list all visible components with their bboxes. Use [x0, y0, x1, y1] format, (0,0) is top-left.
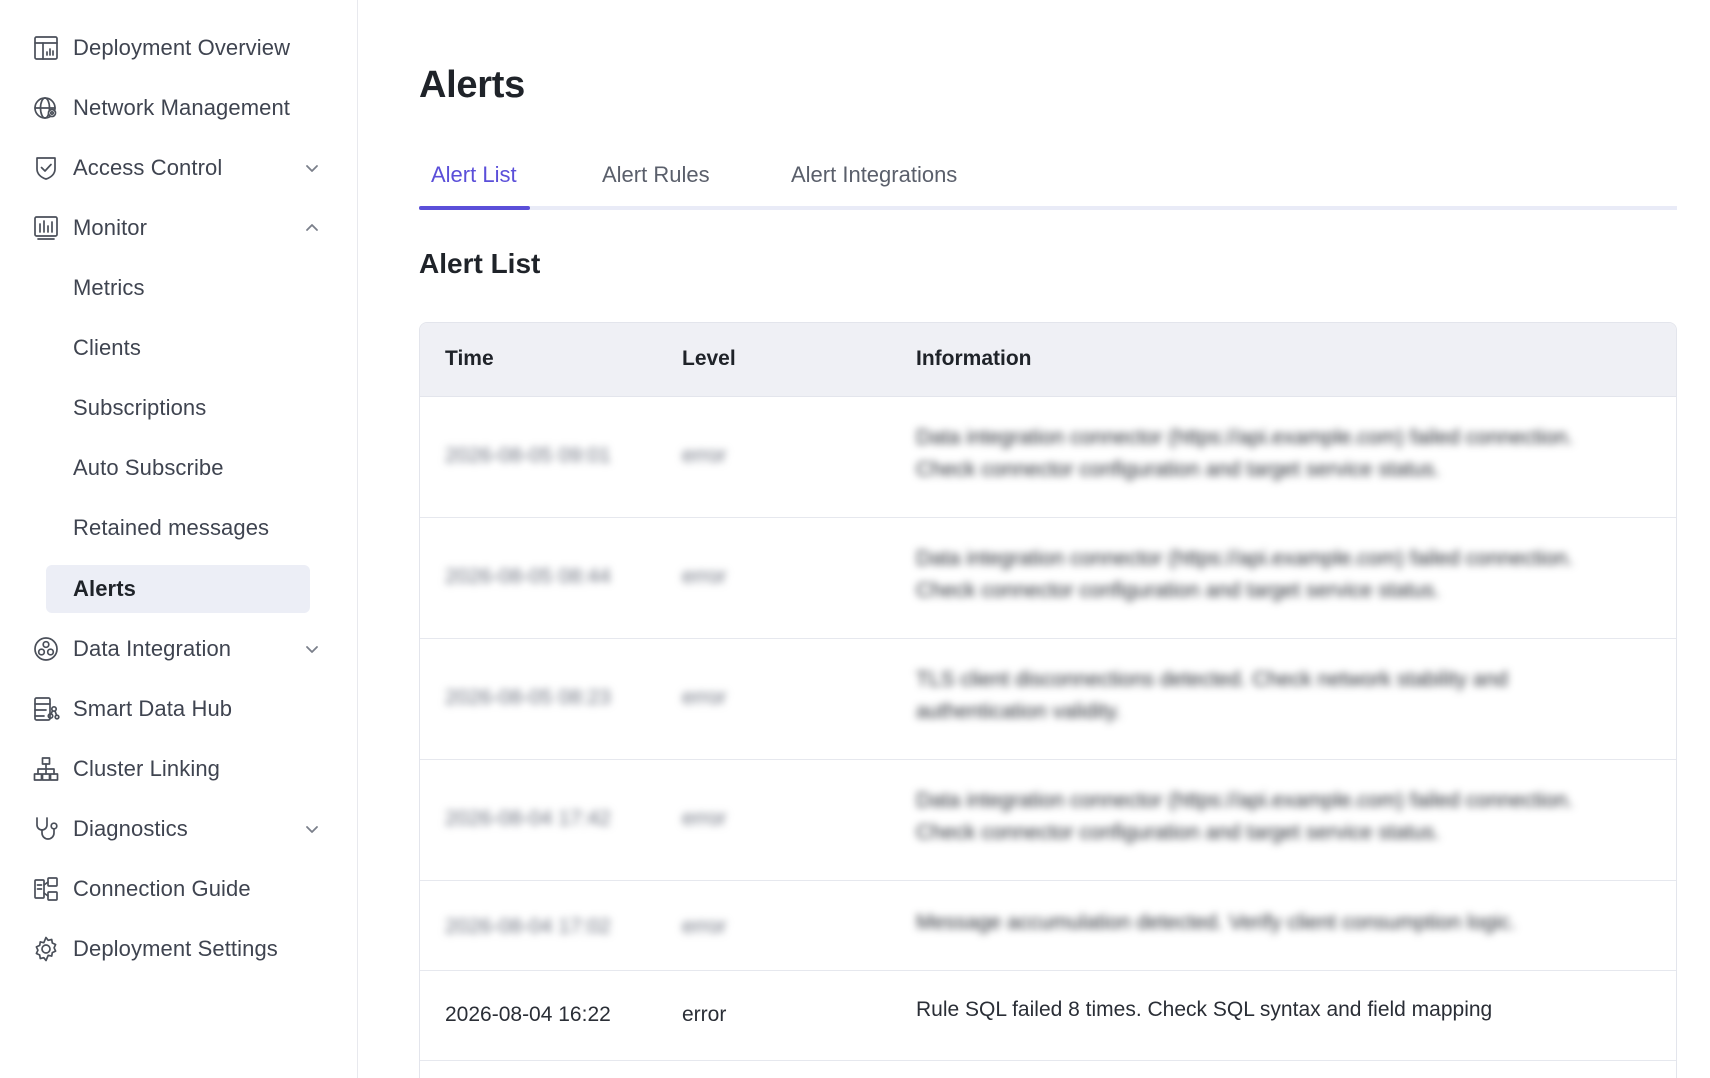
table-row[interactable]: 2026-08-04 17:02 error Message accumulat… — [420, 881, 1676, 971]
alerts-table: Time Level Information 2026-08-05 09:01 … — [419, 322, 1677, 1078]
data-hub-icon — [31, 694, 61, 724]
connection-icon — [31, 874, 61, 904]
sidebar-subitem-retained-messages[interactable]: Retained messages — [0, 498, 358, 558]
sidebar-item-label: Deployment Overview — [73, 35, 291, 60]
sidebar-subitem-alerts[interactable]: Alerts — [0, 559, 358, 619]
shield-check-icon — [31, 153, 61, 183]
sidebar-item-monitor[interactable]: Monitor — [0, 198, 358, 258]
sidebar-item-label: Network Management — [73, 95, 291, 120]
sidebar-subitem-label: Subscriptions — [73, 395, 207, 420]
sidebar-item-label: Data Integration — [73, 636, 232, 661]
sidebar-item-label: Monitor — [73, 215, 148, 240]
sidebar-item-label: Connection Guide — [73, 876, 251, 901]
cell-time: 2026-08-05 09:01 — [445, 444, 611, 467]
cell-time: 2026-08-04 17:42 — [445, 807, 611, 830]
table-row[interactable]: 2026-08-05 09:01 error Data integration … — [420, 397, 1676, 518]
sidebar-item-cluster-linking[interactable]: Cluster Linking — [0, 739, 358, 799]
integration-icon — [31, 634, 61, 664]
cell-level: error — [682, 565, 727, 588]
sidebar-subitem-label: Clients — [73, 335, 141, 360]
sidebar-subitem-label: Auto Subscribe — [73, 455, 224, 480]
cell-level: error — [682, 1003, 727, 1026]
cell-information: Rule SQL failed 8 times. Check SQL synta… — [916, 998, 1493, 1021]
tab-alert-list[interactable]: Alert List — [431, 162, 517, 188]
tab-label: Alert Integrations — [791, 162, 958, 187]
sidebar-subitem-clients[interactable]: Clients — [0, 318, 358, 378]
sidebar-subitem-label: Alerts — [73, 576, 136, 601]
dashboard-icon — [31, 33, 61, 63]
chevron-down-icon[interactable] — [302, 639, 322, 659]
tab-alert-integrations[interactable]: Alert Integrations — [791, 162, 957, 188]
tab-label: Alert List — [431, 162, 517, 187]
sidebar-item-label: Diagnostics — [73, 816, 188, 841]
active-tab-indicator — [419, 206, 530, 210]
column-header-level: Level — [682, 347, 736, 370]
column-header-time: Time — [445, 347, 494, 370]
cell-level: error — [682, 915, 727, 938]
sidebar-item-label: Access Control — [73, 155, 223, 180]
sidebar-item-data-integration[interactable]: Data Integration — [0, 619, 358, 679]
sidebar-subitem-label: Metrics — [73, 275, 145, 300]
section-title: Alert List — [419, 248, 541, 279]
sidebar-item-network-management[interactable]: Network Management — [0, 78, 358, 138]
cell-time: 2026-08-04 17:02 — [445, 915, 611, 938]
sidebar-item-access-control[interactable]: Access Control — [0, 138, 358, 198]
sidebar-subitem-subscriptions[interactable]: Subscriptions — [0, 378, 358, 438]
tab-bar: Alert List Alert Rules Alert Integration… — [419, 150, 1677, 210]
sidebar-item-deployment-settings[interactable]: Deployment Settings — [0, 919, 358, 979]
cell-level: error — [682, 807, 727, 830]
tab-label: Alert Rules — [602, 162, 710, 187]
cell-information: Data integration connector (https://api.… — [916, 547, 1574, 602]
sidebar-subitem-auto-subscribe[interactable]: Auto Subscribe — [0, 438, 358, 498]
bar-chart-icon — [31, 213, 61, 243]
sidebar-item-connection-guide[interactable]: Connection Guide — [0, 859, 358, 919]
table-row[interactable]: 2026-08-05 08:23 error TLS client discon… — [420, 639, 1676, 760]
sidebar-item-label: Smart Data Hub — [73, 696, 233, 721]
table-row[interactable]: 2026-08-04 17:42 error Data integration … — [420, 760, 1676, 881]
globe-gear-icon — [31, 93, 61, 123]
cell-information: TLS client disconnections detected. Chec… — [916, 668, 1508, 723]
cell-time: 2026-08-05 08:23 — [445, 686, 611, 709]
hierarchy-icon — [31, 754, 61, 784]
cell-level: error — [682, 444, 727, 467]
chevron-down-icon[interactable] — [302, 819, 322, 839]
sidebar-item-label: Cluster Linking — [73, 756, 221, 781]
chevron-up-icon[interactable] — [302, 218, 322, 238]
cell-time: 2026-08-04 16:22 — [445, 1003, 611, 1026]
stethoscope-icon — [31, 814, 61, 844]
chevron-down-icon[interactable] — [302, 158, 322, 178]
table-row[interactable]: 2026-08-05 08:44 error Data integration … — [420, 518, 1676, 639]
sidebar: Deployment Overview Network Management A… — [0, 0, 358, 1078]
sidebar-subitem-label: Retained messages — [73, 515, 270, 540]
sidebar-subitem-metrics[interactable]: Metrics — [0, 258, 358, 318]
cell-time: 2026-08-05 08:44 — [445, 565, 611, 588]
sidebar-item-deployment-overview[interactable]: Deployment Overview — [0, 18, 358, 78]
column-header-information: Information — [916, 347, 1032, 370]
table-header: Time Level Information — [420, 323, 1676, 397]
cell-level: error — [682, 686, 727, 709]
tab-alert-rules[interactable]: Alert Rules — [602, 162, 710, 188]
table-row[interactable]: 2026-08-04 16:22 error Rule SQL failed 8… — [420, 971, 1676, 1061]
cell-information: Data integration connector (https://api.… — [916, 426, 1574, 481]
sidebar-item-diagnostics[interactable]: Diagnostics — [0, 799, 358, 859]
page-title: Alerts — [419, 64, 525, 106]
cell-information: Message accumulation detected. Verify cl… — [916, 911, 1516, 934]
cell-information: Data integration connector (https://api.… — [916, 789, 1574, 844]
sidebar-item-smart-data-hub[interactable]: Smart Data Hub — [0, 679, 358, 739]
gear-icon — [31, 934, 61, 964]
sidebar-item-label: Deployment Settings — [73, 936, 278, 961]
